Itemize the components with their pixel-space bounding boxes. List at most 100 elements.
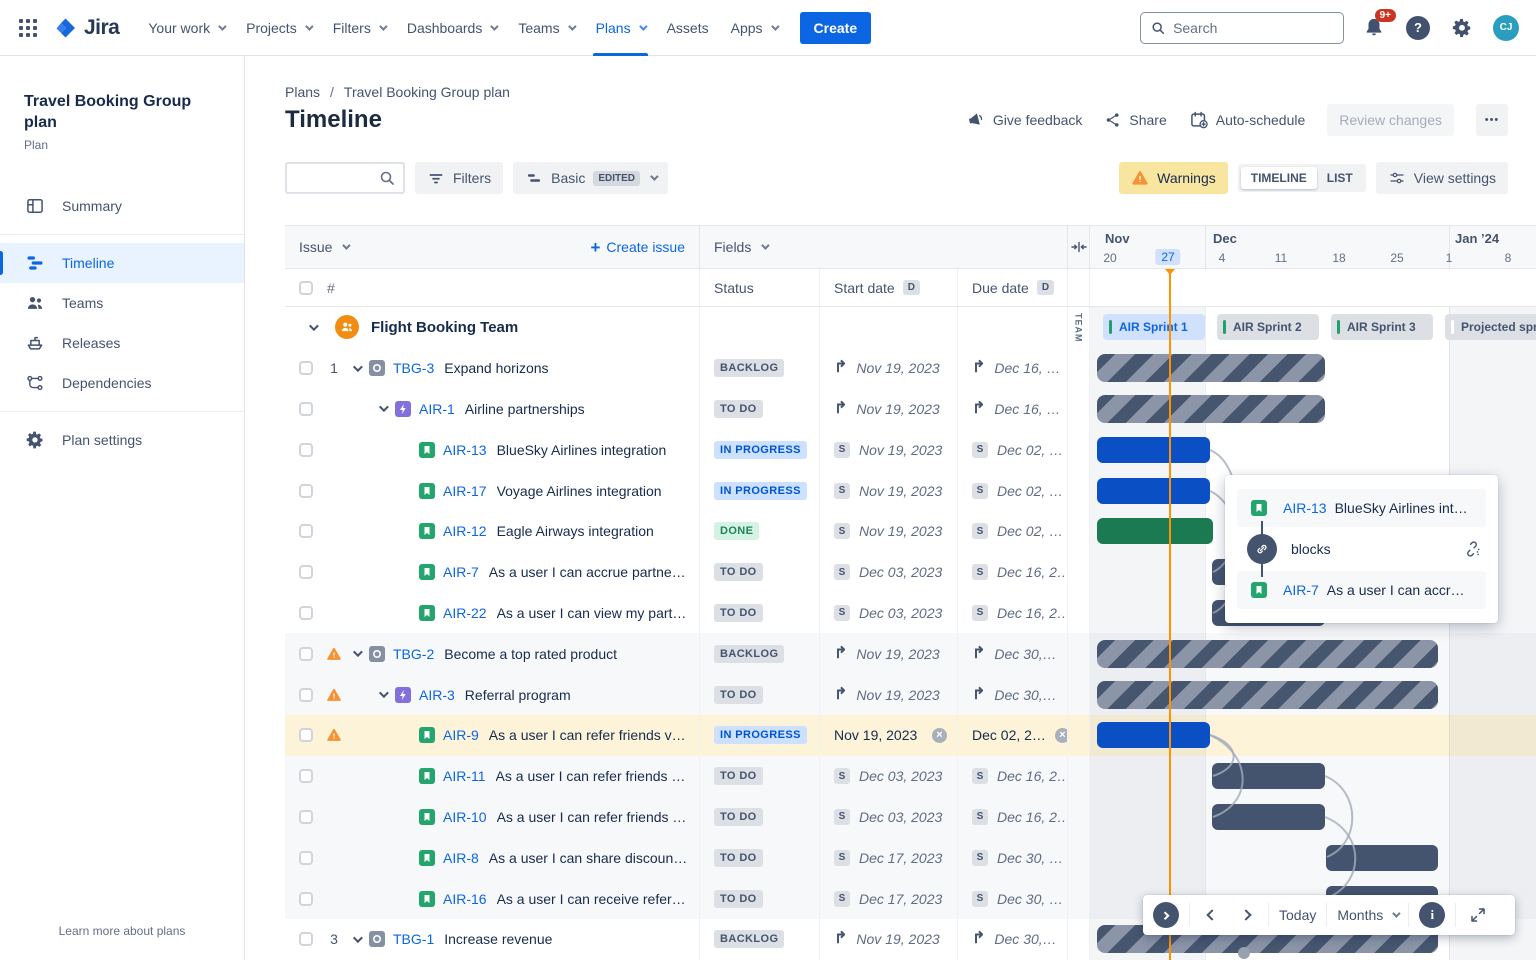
breadcrumb-plan-name[interactable]: Travel Booking Group plan — [344, 84, 510, 100]
issue-row-AIR-11[interactable]: AIR-11As a user I can refer friends …TO … — [285, 756, 1536, 797]
nav-item-assets[interactable]: Assets — [656, 0, 720, 56]
expand-row-icon[interactable] — [347, 930, 365, 948]
issue-key-link[interactable]: AIR-3 — [419, 687, 455, 703]
drag-handle[interactable] — [1238, 947, 1250, 959]
issue-key-link[interactable]: AIR-7 — [1283, 582, 1319, 598]
issue-row-AIR-8[interactable]: AIR-8As a user I can share discoun…TO DO… — [285, 837, 1536, 878]
collapse-fields-control[interactable] — [1068, 226, 1090, 268]
warnings-button[interactable]: Warnings — [1119, 162, 1228, 194]
breadcrumb-plans[interactable]: Plans — [285, 84, 320, 100]
schedule-bar-AIR-3[interactable] — [1097, 681, 1438, 709]
issue-key-link[interactable]: AIR-11 — [443, 768, 486, 784]
row-checkbox[interactable] — [299, 932, 313, 946]
settings-button[interactable] — [1448, 14, 1476, 42]
issue-key-link[interactable]: AIR-13 — [1283, 500, 1327, 516]
issue-row-AIR-1[interactable]: AIR-1Airline partnershipsTO DO↱Nov 19, 2… — [285, 389, 1536, 430]
sprint-chip[interactable]: Projected spr — [1445, 314, 1536, 340]
date-value[interactable]: Dec 17, 2023 — [859, 850, 942, 866]
row-checkbox[interactable] — [299, 810, 313, 824]
status-cell[interactable]: BACKLOG — [700, 348, 820, 389]
issue-key-link[interactable]: TBG-1 — [393, 931, 434, 947]
review-changes-button[interactable]: Review changes — [1327, 104, 1454, 136]
date-value[interactable]: Dec 30,… — [994, 931, 1056, 947]
date-value[interactable]: Nov 19, 2023 — [856, 646, 939, 662]
issue-key-link[interactable]: TBG-3 — [393, 360, 434, 376]
sidebar-item-teams[interactable]: Teams — [0, 283, 244, 323]
filters-button[interactable]: Filters — [415, 162, 503, 194]
mode-list[interactable]: LIST — [1317, 167, 1363, 189]
view-settings-button[interactable]: View settings — [1376, 162, 1508, 194]
status-cell[interactable]: TO DO — [700, 674, 820, 715]
row-checkbox[interactable] — [299, 565, 313, 579]
schedule-bar-AIR-11[interactable] — [1212, 763, 1325, 789]
nav-item-dashboards[interactable]: Dashboards — [396, 0, 508, 56]
expand-panel-button[interactable] — [1153, 902, 1179, 928]
status-cell[interactable]: IN PROGRESS — [700, 715, 820, 756]
give-feedback-button[interactable]: Give feedback — [966, 110, 1083, 130]
date-value[interactable]: Dec 02, 2… — [972, 727, 1046, 743]
issue-key-link[interactable]: AIR-1 — [419, 401, 455, 417]
fullscreen-button[interactable] — [1466, 903, 1490, 927]
row-checkbox[interactable] — [299, 484, 313, 498]
date-value[interactable]: Dec 16, … — [994, 401, 1060, 417]
expand-row-icon[interactable] — [373, 400, 391, 418]
status-cell[interactable]: TO DO — [700, 837, 820, 878]
nav-item-teams[interactable]: Teams — [507, 0, 584, 56]
schedule-bar-AIR-1[interactable] — [1097, 395, 1325, 423]
global-search[interactable] — [1140, 12, 1344, 44]
row-checkbox[interactable] — [299, 361, 313, 375]
row-checkbox[interactable] — [299, 443, 313, 457]
schedule-bar-AIR-12[interactable] — [1097, 518, 1213, 544]
date-value[interactable]: Dec 02, … — [997, 442, 1063, 458]
jira-logo[interactable]: Jira — [54, 16, 119, 40]
tooltip-target-issue[interactable]: AIR-7 As a user I can accr… — [1237, 571, 1486, 609]
schedule-bar-AIR-9[interactable] — [1097, 722, 1210, 748]
row-checkbox[interactable] — [299, 402, 313, 416]
mode-timeline[interactable]: TIMELINE — [1241, 167, 1317, 189]
date-value[interactable]: Dec 16, 2… — [997, 564, 1068, 580]
status-cell[interactable]: IN PROGRESS — [700, 470, 820, 511]
more-actions-button[interactable]: ••• — [1476, 104, 1508, 136]
fields-header-dropdown[interactable]: Fields — [714, 239, 767, 255]
date-value[interactable]: Nov 19, 2023 — [856, 931, 939, 947]
notifications-button[interactable]: 9+ — [1360, 14, 1388, 42]
status-cell[interactable]: BACKLOG — [700, 919, 820, 960]
schedule-bar-AIR-10[interactable] — [1212, 804, 1325, 830]
learn-more-link[interactable]: Learn more about plans — [0, 924, 244, 938]
date-value[interactable]: Nov 19, 2023 — [859, 442, 942, 458]
date-value[interactable]: Dec 02, … — [997, 523, 1063, 539]
date-value[interactable]: Nov 19, 2023 — [856, 401, 939, 417]
issue-row-AIR-9[interactable]: AIR-9As a user I can refer friends v…IN … — [285, 715, 1536, 756]
row-checkbox[interactable] — [299, 728, 313, 742]
status-cell[interactable]: TO DO — [700, 552, 820, 593]
schedule-bar-TBG-2[interactable] — [1097, 640, 1438, 668]
sprint-chip[interactable]: AIR Sprint 2 — [1217, 314, 1319, 340]
nav-item-apps[interactable]: Apps — [720, 0, 788, 56]
row-checkbox[interactable] — [299, 647, 313, 661]
tooltip-source-issue[interactable]: AIR-13 BlueSky Airlines int… — [1237, 489, 1486, 527]
sidebar-item-timeline[interactable]: Timeline — [0, 243, 244, 283]
issue-key-link[interactable]: AIR-8 — [443, 850, 479, 866]
issue-row-TBG-2[interactable]: TBG-2Become a top rated productBACKLOG↱N… — [285, 633, 1536, 674]
issue-key-link[interactable]: AIR-7 — [443, 564, 479, 580]
expand-row-icon[interactable] — [373, 686, 391, 704]
schedule-bar-AIR-17[interactable] — [1097, 478, 1210, 504]
zoom-level-dropdown[interactable]: Months — [1337, 907, 1398, 923]
date-value[interactable]: Nov 19, 2023 — [834, 727, 917, 743]
sprint-chip[interactable]: AIR Sprint 1 — [1103, 314, 1205, 340]
clear-date-icon[interactable]: × — [1055, 728, 1068, 743]
schedule-bar-AIR-8[interactable] — [1326, 845, 1438, 871]
date-value[interactable]: Dec 30, … — [997, 891, 1063, 907]
issue-search[interactable] — [285, 162, 405, 194]
issue-key-link[interactable]: TBG-2 — [393, 646, 434, 662]
status-cell[interactable]: TO DO — [700, 593, 820, 634]
date-value[interactable]: Nov 19, 2023 — [859, 523, 942, 539]
issue-key-link[interactable]: AIR-16 — [443, 891, 487, 907]
schedule-bar-AIR-13[interactable] — [1097, 437, 1210, 463]
select-all-checkbox[interactable] — [299, 281, 313, 295]
row-checkbox[interactable] — [299, 524, 313, 538]
status-cell[interactable]: TO DO — [700, 389, 820, 430]
date-value[interactable]: Dec 16, 2… — [997, 809, 1068, 825]
nav-item-plans[interactable]: Plans — [585, 0, 656, 56]
date-value[interactable]: Dec 03, 2023 — [859, 768, 942, 784]
